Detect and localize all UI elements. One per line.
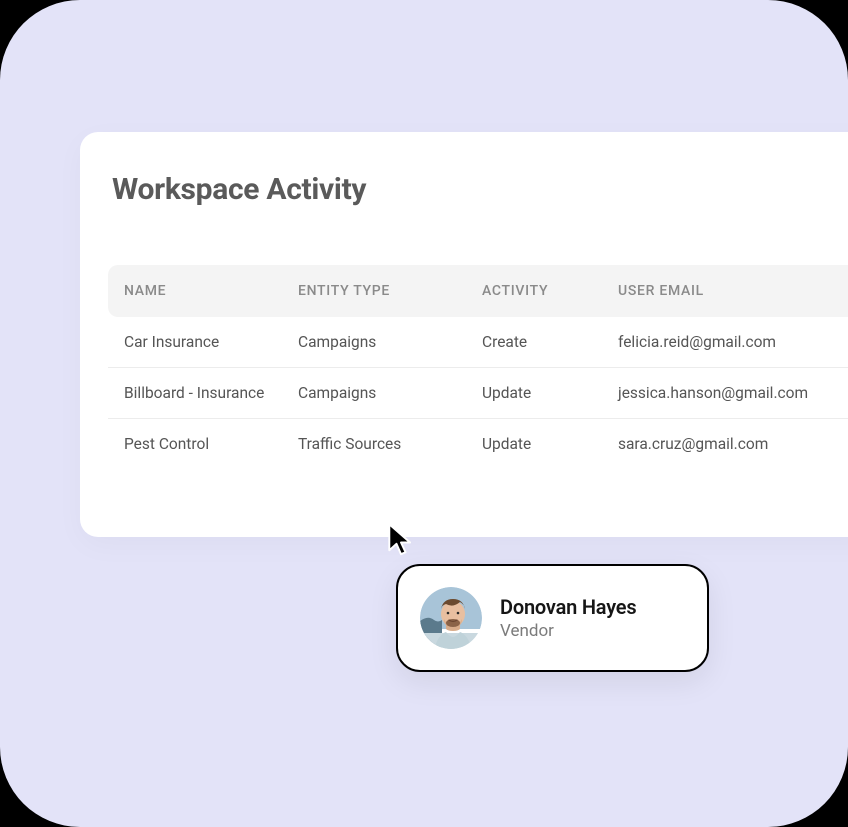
activity-table: NAME ENTITY TYPE ACTIVITY USER EMAIL Car… xyxy=(108,265,848,469)
cell-name: Pest Control xyxy=(108,435,298,453)
cell-activity: Create xyxy=(482,333,618,351)
cell-entity-type: Traffic Sources xyxy=(298,435,482,453)
cursor-icon xyxy=(388,523,414,553)
cell-name: Billboard - Insurance xyxy=(108,384,298,402)
cell-entity-type: Campaigns xyxy=(298,384,482,402)
table-row[interactable]: Billboard - Insurance Campaigns Update j… xyxy=(108,368,848,419)
cell-name: Car Insurance xyxy=(108,333,298,351)
cell-user-email: jessica.hanson@gmail.com xyxy=(618,384,848,402)
cell-activity: Update xyxy=(482,384,618,402)
avatar xyxy=(420,587,482,649)
cell-activity: Update xyxy=(482,435,618,453)
cell-entity-type: Campaigns xyxy=(298,333,482,351)
table-row[interactable]: Pest Control Traffic Sources Update sara… xyxy=(108,419,848,469)
app-canvas: Workspace Activity NAME ENTITY TYPE ACTI… xyxy=(0,0,848,827)
column-header-user-email: USER EMAIL xyxy=(618,283,848,299)
column-header-activity: ACTIVITY xyxy=(482,283,618,299)
profile-tooltip[interactable]: Donovan Hayes Vendor xyxy=(396,564,709,672)
table-body: Car Insurance Campaigns Create felicia.r… xyxy=(108,317,848,469)
table-header-row: NAME ENTITY TYPE ACTIVITY USER EMAIL xyxy=(108,265,848,317)
cell-user-email: felicia.reid@gmail.com xyxy=(618,333,848,351)
page-title: Workspace Activity xyxy=(108,172,848,207)
column-header-entity-type: ENTITY TYPE xyxy=(298,283,482,299)
profile-info: Donovan Hayes Vendor xyxy=(500,595,636,641)
profile-name: Donovan Hayes xyxy=(500,595,636,619)
column-header-name: NAME xyxy=(108,283,298,299)
activity-card: Workspace Activity NAME ENTITY TYPE ACTI… xyxy=(80,132,848,537)
profile-role: Vendor xyxy=(500,621,636,641)
cell-user-email: sara.cruz@gmail.com xyxy=(618,435,848,453)
table-row[interactable]: Car Insurance Campaigns Create felicia.r… xyxy=(108,317,848,368)
